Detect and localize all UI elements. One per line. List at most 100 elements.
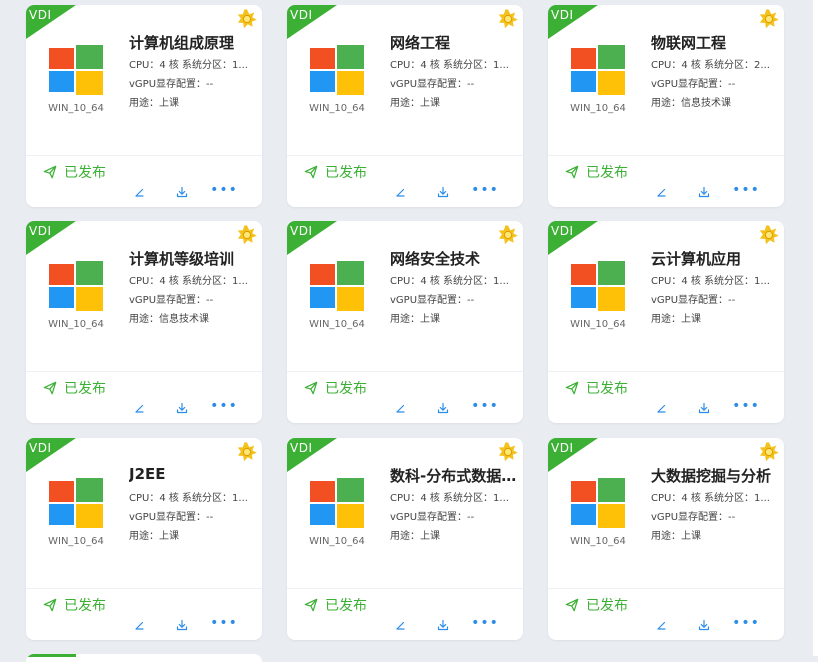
cpu-info: CPU：4 核 系统分区：1...: [390, 493, 509, 504]
cpu-info: CPU：4 核 系统分区：1...: [129, 276, 248, 287]
image-card[interactable]: VDI WIN_10_64 云计算机应用 CPU：4 核 系统分区：1... v…: [548, 221, 784, 423]
windows-logo-icon: [310, 478, 364, 528]
image-title[interactable]: 计算机等级培训: [129, 248, 257, 269]
vgpu-info: vGPU显存配置：--: [390, 79, 475, 90]
more-button[interactable]: •••: [210, 183, 237, 197]
more-icon: •••: [732, 615, 760, 631]
vdi-badge: VDI: [29, 224, 52, 238]
edit-icon: [657, 188, 666, 197]
more-icon: •••: [210, 182, 238, 198]
star-badge-icon: [759, 442, 779, 462]
status-label: 已发布: [325, 598, 367, 614]
more-icon: •••: [732, 182, 760, 198]
download-icon: [176, 186, 188, 198]
vdi-badge: VDI: [29, 8, 52, 22]
edit-button[interactable]: [392, 401, 410, 415]
vgpu-info: vGPU显存配置：--: [651, 512, 736, 523]
usage-info: 用途：信息技术课: [651, 98, 731, 109]
download-button[interactable]: [173, 618, 191, 632]
image-card[interactable]: VDI WIN_10_64 计算机等级培训 CPU：4 核 系统分区：1... …: [26, 221, 262, 423]
card-divider: [287, 588, 523, 589]
more-button[interactable]: •••: [471, 183, 498, 197]
star-badge-icon: [237, 225, 257, 245]
image-title[interactable]: 大数据挖掘与分析: [651, 465, 779, 486]
edit-button[interactable]: [653, 618, 671, 632]
star-badge-icon: [498, 225, 518, 245]
status-label: 已发布: [325, 165, 367, 181]
send-icon: [304, 165, 318, 179]
send-icon: [43, 165, 57, 179]
image-card[interactable]: VDI WIN_10_64 网络安全技术 CPU：4 核 系统分区：1... v…: [287, 221, 523, 423]
image-card[interactable]: VDI WIN_10_64 J2EE CPU：4 核 系统分区：1... vGP…: [26, 438, 262, 640]
card-actions: •••: [131, 183, 237, 199]
download-button[interactable]: [434, 618, 452, 632]
image-card[interactable]: VDI WIN_10_64 网络工程 CPU：4 核 系统分区：1... vGP…: [287, 5, 523, 207]
more-button[interactable]: •••: [210, 399, 237, 413]
edit-button[interactable]: [392, 618, 410, 632]
more-icon: •••: [210, 615, 238, 631]
image-title[interactable]: 数科-分布式数据...: [390, 465, 518, 486]
card-divider: [287, 155, 523, 156]
os-label: WIN_10_64: [570, 536, 626, 547]
edit-button[interactable]: [131, 185, 149, 199]
windows-logo-icon: [49, 45, 103, 95]
edit-button[interactable]: [392, 185, 410, 199]
vdi-badge: VDI: [29, 441, 52, 455]
download-button[interactable]: [695, 618, 713, 632]
card-actions: •••: [392, 183, 498, 199]
cpu-info: CPU：4 核 系统分区：1...: [651, 276, 770, 287]
download-button[interactable]: [173, 401, 191, 415]
edit-icon: [396, 404, 405, 413]
usage-info: 用途：上课: [129, 98, 179, 109]
vgpu-info: vGPU显存配置：--: [129, 79, 214, 90]
publish-status: 已发布: [43, 378, 106, 398]
more-button[interactable]: •••: [471, 399, 498, 413]
download-button[interactable]: [173, 185, 191, 199]
cpu-info: CPU：4 核 系统分区：1...: [129, 493, 248, 504]
edit-button[interactable]: [131, 401, 149, 415]
os-label: WIN_10_64: [309, 536, 365, 547]
vdi-badge: VDI: [551, 8, 574, 22]
more-button[interactable]: •••: [732, 399, 759, 413]
edit-button[interactable]: [653, 185, 671, 199]
download-button[interactable]: [434, 185, 452, 199]
os-label: WIN_10_64: [570, 319, 626, 330]
download-button[interactable]: [695, 401, 713, 415]
more-button[interactable]: •••: [732, 183, 759, 197]
more-button[interactable]: •••: [471, 616, 498, 630]
edit-icon: [135, 621, 144, 630]
image-title[interactable]: J2EE: [129, 465, 257, 483]
card-actions: •••: [131, 616, 237, 632]
image-card[interactable]: VDI WIN_10_64 数科-分布式数据... CPU：4 核 系统分区：1…: [287, 438, 523, 640]
image-card[interactable]: VDI WIN_10_64 计算机组成原理 CPU：4 核 系统分区：1... …: [26, 5, 262, 207]
more-button[interactable]: •••: [732, 616, 759, 630]
image-card[interactable]: VDI WIN_10_64 大数据挖掘与分析 CPU：4 核 系统分区：1...…: [548, 438, 784, 640]
image-card-grid: VDI WIN_10_64 计算机组成原理 CPU：4 核 系统分区：1... …: [0, 0, 818, 656]
more-icon: •••: [210, 398, 238, 414]
send-icon: [304, 598, 318, 612]
status-label: 已发布: [64, 381, 106, 397]
image-title[interactable]: 网络工程: [390, 32, 518, 53]
edit-button[interactable]: [131, 618, 149, 632]
edit-icon: [396, 621, 405, 630]
star-badge-icon: [237, 9, 257, 29]
edit-button[interactable]: [653, 401, 671, 415]
next-row-card-peek: [26, 654, 262, 662]
edit-icon: [396, 188, 405, 197]
download-button[interactable]: [434, 401, 452, 415]
card-divider: [26, 588, 262, 589]
scrollbar-track[interactable]: [813, 0, 818, 656]
star-badge-icon: [759, 225, 779, 245]
image-title[interactable]: 计算机组成原理: [129, 32, 257, 53]
image-title[interactable]: 云计算机应用: [651, 248, 779, 269]
image-title[interactable]: 物联网工程: [651, 32, 779, 53]
download-icon: [437, 619, 449, 631]
usage-info: 用途：上课: [651, 531, 701, 542]
image-card[interactable]: VDI WIN_10_64 物联网工程 CPU：4 核 系统分区：2... vG…: [548, 5, 784, 207]
image-title[interactable]: 网络安全技术: [390, 248, 518, 269]
card-divider: [548, 588, 784, 589]
vgpu-info: vGPU显存配置：--: [129, 295, 214, 306]
download-button[interactable]: [695, 185, 713, 199]
publish-status: 已发布: [565, 378, 628, 398]
more-button[interactable]: •••: [210, 616, 237, 630]
